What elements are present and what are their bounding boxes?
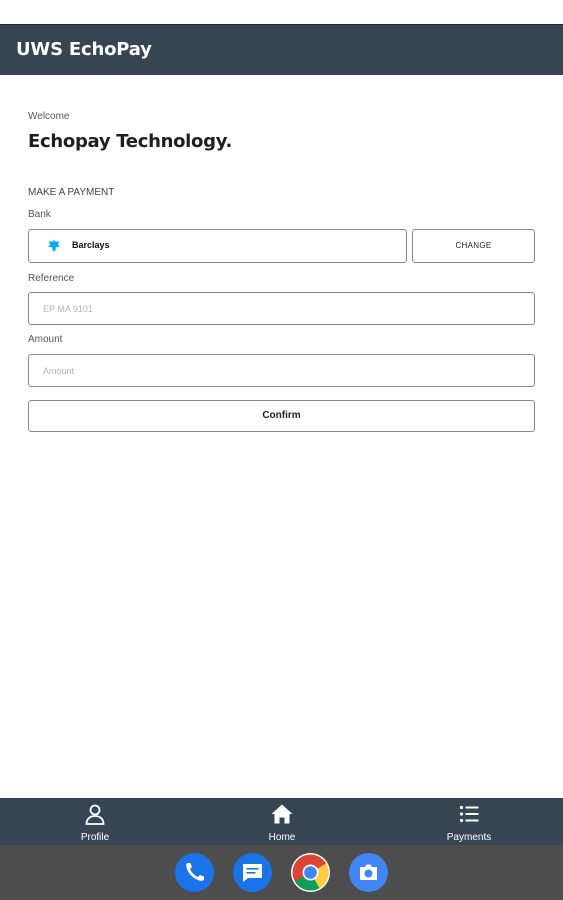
phone-icon[interactable] [175, 853, 214, 892]
bank-name: Barclays [72, 240, 110, 250]
status-bar [0, 0, 563, 24]
nav-item-payments[interactable]: Payments [409, 798, 529, 845]
bank-field: Barclays [28, 229, 407, 263]
app-bar: UWS EchoPay [0, 24, 563, 75]
welcome-text: Welcome [28, 111, 70, 122]
nav-item-home[interactable]: Home [222, 798, 342, 845]
change-bank-button[interactable]: CHANGE [412, 229, 535, 263]
section-title: MAKE A PAYMENT [28, 187, 115, 198]
bottom-nav: Profile Home Payments [0, 798, 563, 845]
app-title: UWS EchoPay [16, 39, 152, 60]
nav-label-profile: Profile [80, 832, 110, 843]
bank-label: Bank [28, 209, 51, 220]
barclays-eagle-icon [48, 240, 60, 252]
chrome-icon[interactable] [291, 853, 330, 892]
company-name: Echopay Technology. [28, 131, 233, 152]
nav-label-payments: Payments [446, 832, 492, 843]
confirm-label: Confirm [262, 410, 301, 421]
home-icon [271, 804, 293, 824]
messages-icon[interactable] [233, 853, 272, 892]
camera-icon[interactable] [349, 853, 388, 892]
screen: UWS EchoPay Welcome Echopay Technology. … [0, 0, 563, 900]
reference-label: Reference [28, 273, 75, 284]
nav-item-profile[interactable]: Profile [35, 798, 155, 845]
amount-input[interactable] [29, 355, 534, 386]
reference-field [28, 292, 535, 325]
amount-label: Amount [28, 334, 63, 345]
list-icon [459, 805, 479, 823]
nav-label-home: Home [268, 832, 296, 843]
amount-field [28, 354, 535, 387]
confirm-button[interactable]: Confirm [28, 400, 535, 432]
reference-input[interactable] [29, 293, 534, 324]
change-bank-label: CHANGE [455, 241, 492, 250]
system-dock [0, 845, 563, 900]
person-icon [85, 804, 105, 825]
